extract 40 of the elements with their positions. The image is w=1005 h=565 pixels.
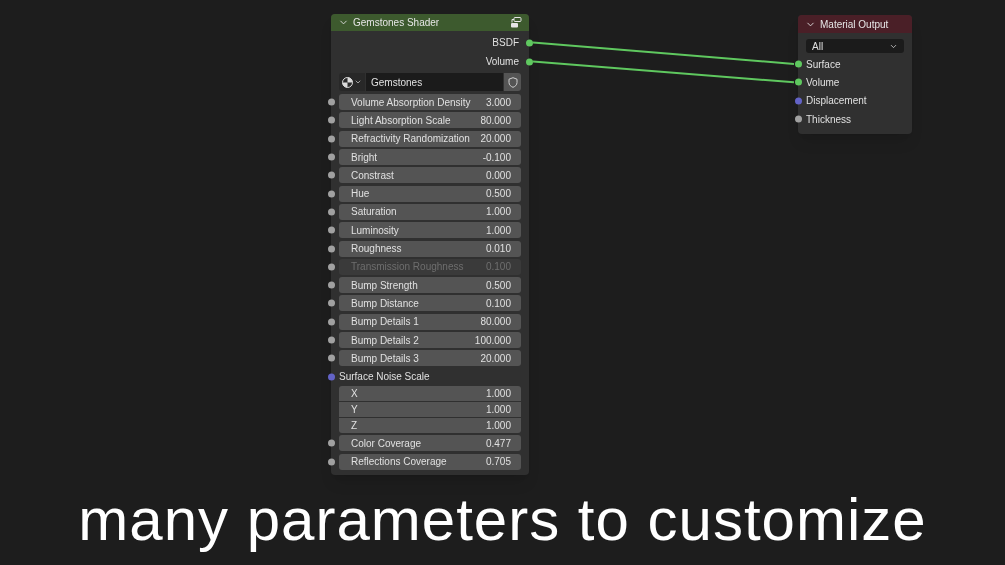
input-label: Surface bbox=[806, 57, 841, 72]
value-slider[interactable]: Bump Details 3 20.000 bbox=[339, 350, 521, 367]
vector-component-field[interactable]: X 1.000 bbox=[339, 386, 521, 402]
input-label: Thickness bbox=[806, 112, 851, 127]
node-header[interactable]: Gemstones Shader bbox=[331, 14, 529, 31]
material-browse-button[interactable] bbox=[339, 73, 365, 91]
value-slider[interactable]: Reflections Coverage 0.705 bbox=[339, 453, 521, 470]
value-slider[interactable]: Constrast 0.000 bbox=[339, 167, 521, 184]
value-slider[interactable]: Bump Distance 0.100 bbox=[339, 295, 521, 312]
input-label: Displacement bbox=[806, 94, 867, 109]
value-slider[interactable]: Saturation 1.000 bbox=[339, 203, 521, 220]
node-title: Gemstones Shader bbox=[353, 16, 441, 30]
fake-user-button[interactable] bbox=[504, 73, 521, 91]
value-slider[interactable]: Bump Details 2 100.000 bbox=[339, 332, 521, 348]
value-slider[interactable]: Hue 0.500 bbox=[339, 185, 521, 202]
material-sphere-icon bbox=[342, 76, 353, 88]
value-slider[interactable]: Light Absorption Scale 80.000 bbox=[339, 112, 521, 129]
shield-icon bbox=[507, 76, 518, 88]
material-name-field[interactable]: Gemstones bbox=[366, 73, 503, 91]
output-label: Volume bbox=[485, 55, 519, 69]
node-group-icon[interactable] bbox=[510, 17, 522, 28]
input-label: Volume bbox=[806, 75, 840, 90]
output-label: BSDF bbox=[492, 36, 519, 50]
value-slider[interactable]: Roughness 0.010 bbox=[339, 240, 521, 257]
caret-icon bbox=[354, 78, 362, 86]
caption: many parameters to customize bbox=[78, 485, 927, 555]
value-slider[interactable]: Bright -0.100 bbox=[339, 149, 521, 166]
output-node[interactable]: Material Output All Surface Volume Displacement Thickness bbox=[798, 15, 912, 135]
value-slider[interactable]: Color Coverage 0.477 bbox=[339, 435, 521, 452]
target-dropdown[interactable]: All bbox=[806, 39, 904, 53]
value-slider[interactable]: Luminosity 1.000 bbox=[339, 222, 521, 239]
vector-component-field[interactable]: Z 1.000 bbox=[339, 418, 521, 434]
value-slider[interactable]: Bump Details 1 80.000 bbox=[339, 313, 521, 330]
value-slider[interactable]: Volume Absorption Density 3.000 bbox=[339, 94, 521, 111]
input-label: Surface Noise Scale bbox=[339, 370, 430, 385]
value-slider[interactable]: Refractivity Randomization 20.000 bbox=[339, 130, 521, 147]
value-slider[interactable]: Bump Strength 0.500 bbox=[339, 277, 521, 294]
node-title: Material Output bbox=[820, 17, 889, 32]
node-header[interactable]: Material Output bbox=[798, 15, 912, 33]
vector-component-field[interactable]: Y 1.000 bbox=[339, 402, 521, 418]
